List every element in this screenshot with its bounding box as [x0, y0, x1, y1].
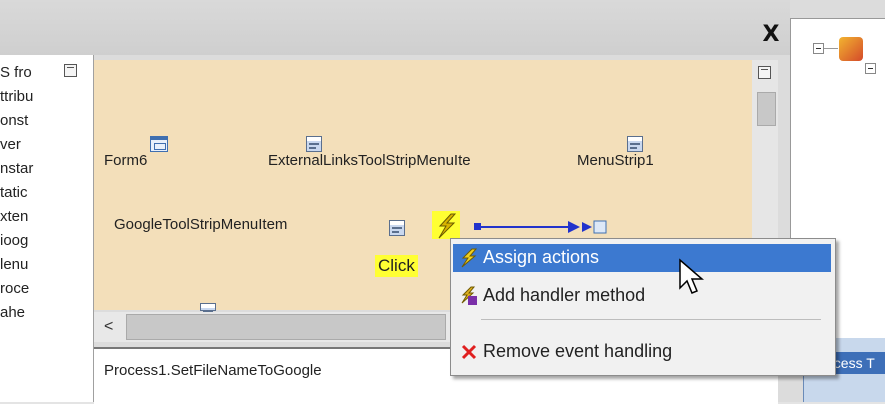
google-item-component-icon[interactable] [389, 220, 405, 236]
close-button[interactable]: X [759, 22, 783, 48]
left-list-item[interactable]: ioog [0, 232, 70, 249]
left-list-item[interactable]: ver [0, 136, 70, 153]
menu-item-label: Assign actions [483, 247, 600, 267]
title-bar [0, 0, 790, 55]
menu-item-add-handler-method[interactable]: Add handler method [453, 282, 831, 310]
selected-process-text[interactable]: Process1.SetFileNameToGoogle [104, 362, 322, 379]
event-label-click[interactable]: Click [375, 255, 418, 277]
left-list-item[interactable]: roce [0, 280, 70, 297]
menu-separator [481, 319, 821, 320]
minimize-panel-button[interactable] [64, 64, 77, 77]
menu-item-label: Remove event handling [483, 341, 673, 361]
lightning-icon [461, 248, 478, 268]
left-panel: S fro ttribu onst ver nstar tatic xten i… [0, 55, 94, 402]
left-list-item[interactable]: S fro [0, 64, 70, 81]
lightning-icon[interactable] [434, 213, 460, 239]
event-arrow-icon [474, 220, 607, 234]
left-list-item[interactable]: xten [0, 208, 70, 225]
menu-item-assign-actions[interactable]: Assign actions [453, 244, 831, 272]
partial-component-icon[interactable] [200, 303, 216, 316]
component-label-menu-strip[interactable]: MenuStrip1 [577, 152, 654, 169]
left-list-item[interactable]: nstar [0, 160, 70, 177]
left-list-item[interactable]: ttribu [0, 88, 70, 105]
left-list-item[interactable]: tatic [0, 184, 70, 201]
scroll-left-button[interactable]: < [104, 318, 120, 336]
component-label-form6[interactable]: Form6 [104, 152, 147, 169]
project-icon[interactable] [839, 37, 863, 61]
minimize-tray-button[interactable] [758, 66, 771, 79]
form-icon[interactable] [150, 136, 168, 152]
horizontal-scroll-thumb[interactable] [126, 314, 446, 340]
menu-item-label: Add handler method [483, 285, 646, 305]
left-list-item[interactable]: onst [0, 112, 70, 129]
add-handler-icon [461, 286, 477, 305]
tree-collapse-icon[interactable] [813, 43, 824, 54]
mouse-cursor-icon [679, 258, 705, 294]
tree-connector [824, 48, 838, 49]
component-label-external-links[interactable]: ExternalLinksToolStripMenuIte [268, 152, 471, 169]
context-menu: Assign actions Add handler method Remove… [450, 238, 836, 376]
left-list-item[interactable]: lenu [0, 256, 70, 273]
menu-item-component-icon[interactable] [306, 136, 322, 152]
left-list-item[interactable]: ahe [0, 304, 70, 321]
vertical-scroll-thumb[interactable] [757, 92, 776, 126]
menu-item-remove-event-handling[interactable]: Remove event handling [453, 338, 831, 366]
menu-strip-component-icon[interactable] [627, 136, 643, 152]
tree-collapse-icon[interactable] [865, 63, 876, 74]
component-label-google-item[interactable]: GoogleToolStripMenuItem [114, 216, 287, 233]
red-x-icon [461, 344, 477, 360]
